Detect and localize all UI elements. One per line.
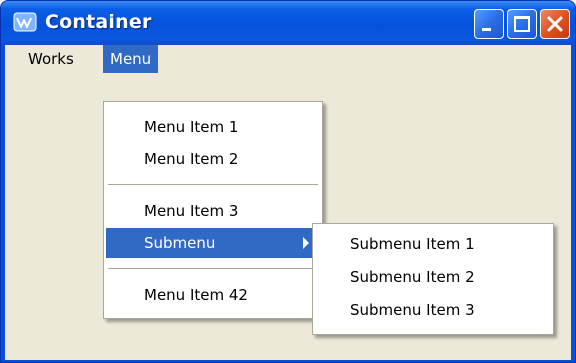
menu-item-1[interactable]: Menu Item 1 [106, 112, 320, 142]
menu-item-submenu[interactable]: Submenu [106, 228, 320, 258]
menu-separator [108, 268, 318, 270]
submenu-dropdown: Submenu Item 1 Submenu Item 2 Submenu It… [312, 223, 554, 335]
submenu-item-2[interactable]: Submenu Item 2 [315, 262, 553, 292]
submenu-arrow-icon [303, 237, 309, 249]
minimize-icon [482, 28, 491, 31]
close-icon [547, 16, 563, 32]
menu-dropdown: Menu Item 1 Menu Item 2 Menu Item 3 Subm… [103, 101, 323, 319]
app-window: Container Works Menu Menu Item 1 Menu It… [0, 0, 576, 363]
title-bar[interactable]: Container [1, 1, 575, 45]
window-title: Container [45, 11, 152, 33]
maximize-button[interactable] [507, 9, 537, 39]
minimize-button[interactable] [474, 9, 504, 39]
submenu-item-3[interactable]: Submenu Item 3 [315, 295, 553, 325]
submenu-label: Submenu [144, 234, 216, 252]
menubar-item-works[interactable]: Works [21, 45, 81, 73]
maximize-icon [514, 16, 530, 32]
menu-bar: Works Menu [5, 45, 571, 73]
menu-separator [108, 184, 318, 186]
app-icon[interactable] [13, 11, 37, 33]
menu-item-3[interactable]: Menu Item 3 [106, 196, 320, 226]
menu-item-2[interactable]: Menu Item 2 [106, 144, 320, 174]
close-button[interactable] [540, 9, 570, 39]
menu-item-42[interactable]: Menu Item 42 [106, 280, 320, 310]
menubar-item-menu[interactable]: Menu [103, 45, 159, 73]
submenu-item-1[interactable]: Submenu Item 1 [315, 229, 553, 259]
